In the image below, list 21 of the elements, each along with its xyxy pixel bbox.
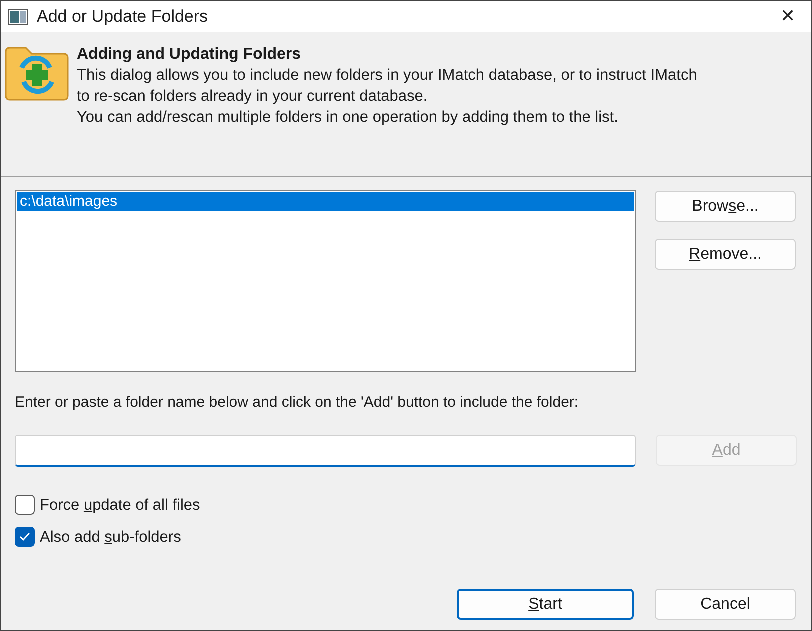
folder-add-icon xyxy=(4,46,70,102)
checkbox[interactable] xyxy=(15,495,35,516)
checkbox-label[interactable]: Force update of all files xyxy=(40,494,200,517)
check-icon xyxy=(19,532,31,542)
instruction-text: Enter or paste a folder name below and click on the 'Add' button to include the folder: xyxy=(15,393,580,413)
header-title: Adding and Updating Folders xyxy=(77,45,302,65)
window-title: Add or Update Folders xyxy=(37,6,208,28)
description-text: to re-scan folders already in your current database. xyxy=(77,87,429,107)
folder-list[interactable]: c:\data\images xyxy=(15,190,636,372)
close-button[interactable]: ✕ xyxy=(765,1,811,32)
list-item[interactable]: c:\data\images xyxy=(17,192,634,211)
cancel-button[interactable]: Cancel xyxy=(655,589,796,620)
description-text: This dialog allows you to include new folders in your IMatch database, or to instruct IMatch xyxy=(77,66,698,86)
browse-button[interactable]: Browse... xyxy=(655,191,796,222)
start-button[interactable]: Start xyxy=(457,589,634,620)
checkbox-label[interactable]: Also add sub-folders xyxy=(40,526,182,549)
app-icon xyxy=(8,8,28,24)
checkbox[interactable] xyxy=(15,527,35,548)
remove-button[interactable]: Remove... xyxy=(655,239,796,270)
folder-input-field[interactable] xyxy=(15,434,636,466)
description-text: You can add/rescan multiple folders in one operation by adding them to the list. xyxy=(77,108,620,128)
